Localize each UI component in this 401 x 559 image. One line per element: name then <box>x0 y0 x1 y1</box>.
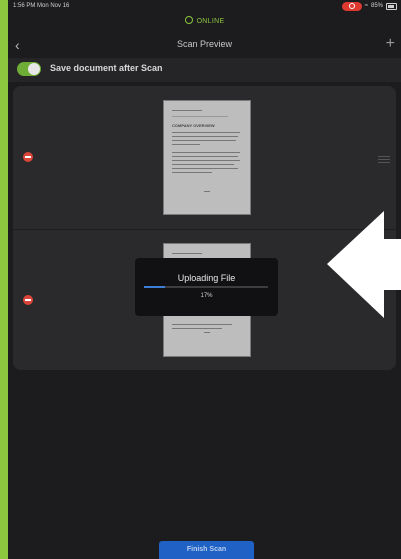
save-document-label: Save document after Scan <box>50 63 163 73</box>
status-indicators: ≈ 85% <box>341 0 397 12</box>
delete-page-button[interactable] <box>23 152 33 162</box>
finish-scan-button[interactable]: Finish Scan <box>159 541 254 559</box>
upload-percent: 17% <box>200 293 213 299</box>
upload-progress-fill <box>144 286 166 288</box>
toggle-knob <box>28 63 40 75</box>
connection-status-label: ONLINE <box>196 18 225 25</box>
delete-page-button[interactable] <box>23 295 33 305</box>
save-document-setting: Save document after Scan <box>8 58 401 82</box>
save-document-toggle[interactable] <box>17 62 41 76</box>
status-time: 1:56 PM Mon Nov 16 <box>13 3 70 9</box>
navigation-bar: ‹ Scan Preview + <box>8 34 401 56</box>
add-page-button[interactable]: + <box>386 35 395 53</box>
upload-title: Uploading File <box>177 273 236 283</box>
upload-progress-dialog: Uploading File 17% <box>135 258 278 316</box>
drag-handle-icon[interactable] <box>378 156 390 163</box>
page-thumbnail[interactable]: COMPANY OVERVIEW <box>163 100 251 215</box>
plus-icon: + <box>385 35 395 52</box>
screen-recording-icon <box>341 1 362 11</box>
wifi-icon: ≈ <box>364 3 368 9</box>
battery-icon <box>386 2 397 10</box>
page-heading: COMPANY OVERVIEW <box>172 123 215 128</box>
app-screen: 1:56 PM Mon Nov 16 ≈ 85% ONLINE ‹ Scan P… <box>8 0 401 559</box>
check-circle-icon <box>184 16 193 24</box>
upload-progress-bar <box>144 286 268 288</box>
status-bar: 1:56 PM Mon Nov 16 ≈ 85% <box>8 0 401 12</box>
arrow-left-icon <box>327 211 401 318</box>
battery-percent: 85% <box>370 3 383 9</box>
scanned-page-row: COMPANY OVERVIEW <box>13 86 396 230</box>
page-title: Scan Preview <box>176 39 233 49</box>
connection-status: ONLINE <box>8 16 401 25</box>
